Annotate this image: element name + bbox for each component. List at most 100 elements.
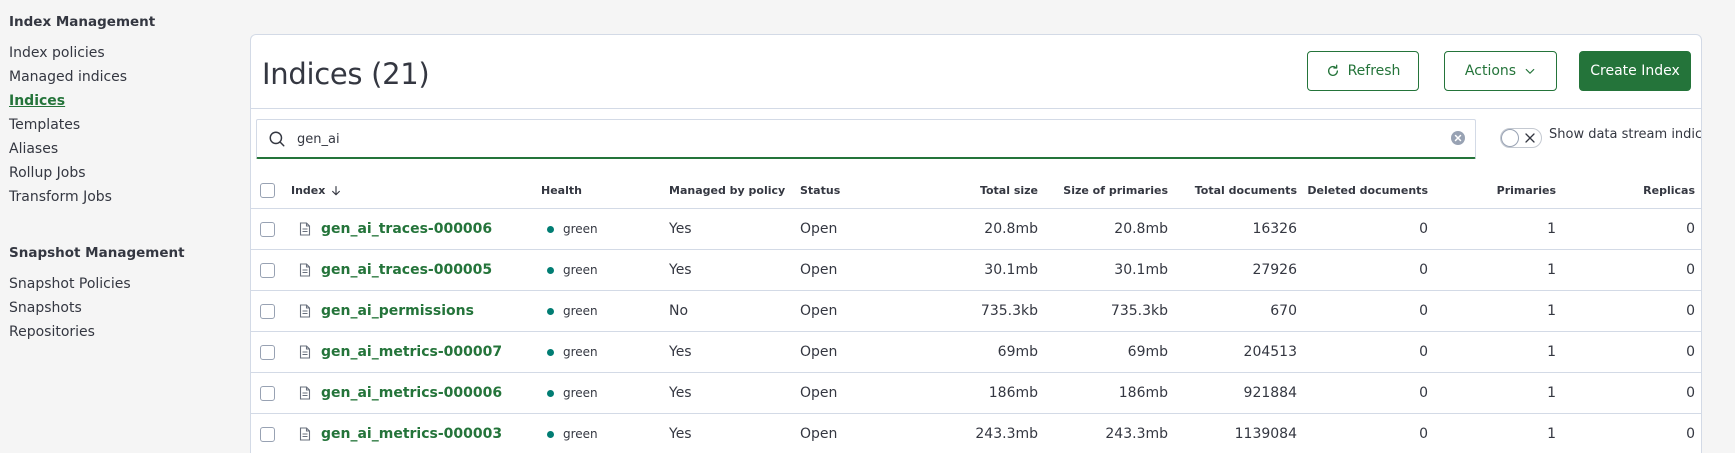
replicas-cell: 0 bbox=[1686, 385, 1695, 401]
row-checkbox[interactable] bbox=[260, 385, 275, 401]
document-icon bbox=[299, 263, 311, 277]
status-cell: Open bbox=[800, 221, 838, 237]
sidebar-item-aliases[interactable]: Aliases bbox=[9, 139, 127, 163]
document-icon bbox=[299, 345, 311, 359]
replicas-cell: 0 bbox=[1686, 221, 1695, 237]
column-header-primaries[interactable]: Primaries bbox=[1441, 173, 1556, 208]
primaries-cell: 1 bbox=[1547, 262, 1556, 278]
health-status-dot bbox=[547, 307, 554, 315]
health-text: green bbox=[563, 345, 598, 359]
index-name-link[interactable]: gen_ai_metrics-000006 bbox=[321, 385, 502, 401]
index-name-link[interactable]: gen_ai_traces-000005 bbox=[321, 262, 492, 278]
total-documents-cell: 921884 bbox=[1243, 385, 1297, 401]
select-all-cell bbox=[260, 173, 280, 208]
row-select-cell bbox=[260, 291, 280, 331]
index-name-link[interactable]: gen_ai_metrics-000007 bbox=[321, 344, 502, 360]
sidebar-item-rollup-jobs[interactable]: Rollup Jobs bbox=[9, 163, 127, 187]
sidebar-item-snapshots[interactable]: Snapshots bbox=[9, 298, 131, 322]
total-documents-cell: 27926 bbox=[1252, 262, 1297, 278]
health-status-dot bbox=[547, 266, 554, 274]
create-index-button[interactable]: Create Index bbox=[1579, 51, 1691, 91]
index-cell: gen_ai_traces-000006 bbox=[291, 209, 521, 249]
status-cell: Open bbox=[800, 426, 838, 442]
search-input[interactable] bbox=[297, 128, 1417, 150]
sidebar-item-snapshot-policies[interactable]: Snapshot Policies bbox=[9, 274, 131, 298]
column-header-total-size[interactable]: Total size bbox=[901, 173, 1038, 208]
row-select-cell bbox=[260, 250, 280, 290]
sidebar-item-templates[interactable]: Templates bbox=[9, 115, 127, 139]
managed-by-policy-cell: Yes bbox=[669, 426, 692, 442]
deleted-documents-cell: 0 bbox=[1419, 303, 1428, 319]
search-box[interactable] bbox=[256, 119, 1476, 159]
size-of-primaries-cell: 69mb bbox=[1127, 344, 1168, 360]
actions-button-label: Actions bbox=[1464, 63, 1517, 79]
deleted-documents-cell: 0 bbox=[1419, 344, 1428, 360]
indices-panel: Indices (21) Refresh Actions Create Inde… bbox=[250, 34, 1702, 453]
column-header-managed-by-policy[interactable]: Managed by policy bbox=[669, 173, 789, 208]
total-size-cell: 69mb bbox=[997, 344, 1038, 360]
column-header-status[interactable]: Status bbox=[800, 173, 880, 208]
managed-by-policy-cell: Yes bbox=[669, 221, 692, 237]
sidebar-item-index-policies[interactable]: Index policies bbox=[9, 43, 127, 67]
column-header-index[interactable]: Index bbox=[291, 173, 521, 208]
sidebar-item-transform-jobs[interactable]: Transform Jobs bbox=[9, 187, 127, 211]
row-checkbox[interactable] bbox=[260, 221, 275, 237]
row-checkbox[interactable] bbox=[260, 303, 275, 319]
row-checkbox[interactable] bbox=[260, 426, 275, 442]
managed-by-policy-cell: No bbox=[669, 303, 689, 319]
refresh-button-label: Refresh bbox=[1347, 63, 1401, 79]
replicas-cell: 0 bbox=[1686, 344, 1695, 360]
sidebar-item-repositories[interactable]: Repositories bbox=[9, 322, 131, 346]
index-cell: gen_ai_permissions bbox=[291, 291, 521, 331]
size-of-primaries-cell: 735.3kb bbox=[1110, 303, 1168, 319]
status-cell: Open bbox=[800, 385, 838, 401]
show-data-stream-toggle[interactable] bbox=[1500, 128, 1542, 148]
replicas-cell: 0 bbox=[1686, 426, 1695, 442]
index-name-link[interactable]: gen_ai_permissions bbox=[321, 303, 474, 319]
document-icon bbox=[299, 386, 311, 400]
refresh-button[interactable]: Refresh bbox=[1307, 51, 1419, 91]
show-data-stream-label: Show data stream indices bbox=[1549, 127, 1702, 142]
health-cell: green bbox=[541, 209, 641, 249]
index-cell: gen_ai_traces-000005 bbox=[291, 250, 521, 290]
actions-button[interactable]: Actions bbox=[1444, 51, 1557, 91]
select-all-checkbox[interactable] bbox=[260, 183, 275, 198]
column-header-total-documents[interactable]: Total documents bbox=[1179, 173, 1297, 208]
deleted-documents-cell: 0 bbox=[1419, 426, 1428, 442]
row-checkbox[interactable] bbox=[260, 344, 275, 360]
sidebar-section-title-snapshot-management: Snapshot Management bbox=[9, 245, 185, 261]
health-cell: green bbox=[541, 414, 641, 453]
health-text: green bbox=[563, 386, 598, 400]
column-header-size-of-primaries[interactable]: Size of primaries bbox=[1051, 173, 1168, 208]
table-row: gen_ai_traces-000006 green Yes Open 20.8… bbox=[251, 209, 1701, 250]
column-header-health[interactable]: Health bbox=[541, 173, 641, 208]
replicas-cell: 0 bbox=[1686, 303, 1695, 319]
health-status-dot bbox=[547, 389, 554, 397]
index-cell: gen_ai_metrics-000007 bbox=[291, 332, 521, 372]
primaries-cell: 1 bbox=[1547, 221, 1556, 237]
row-select-cell bbox=[260, 414, 280, 453]
health-text: green bbox=[563, 304, 598, 318]
row-checkbox[interactable] bbox=[260, 262, 275, 278]
chevron-down-icon bbox=[1525, 68, 1535, 74]
index-name-link[interactable]: gen_ai_metrics-000003 bbox=[321, 426, 502, 442]
column-header-deleted-documents[interactable]: Deleted documents bbox=[1303, 173, 1428, 208]
primaries-cell: 1 bbox=[1547, 344, 1556, 360]
clear-icon[interactable] bbox=[1450, 130, 1466, 146]
table-row: gen_ai_traces-000005 green Yes Open 30.1… bbox=[251, 250, 1701, 291]
health-status-dot bbox=[547, 348, 554, 356]
search-icon bbox=[269, 131, 285, 147]
index-cell: gen_ai_metrics-000006 bbox=[291, 373, 521, 413]
sidebar-item-managed-indices[interactable]: Managed indices bbox=[9, 67, 127, 91]
index-name-link[interactable]: gen_ai_traces-000006 bbox=[321, 221, 492, 237]
health-status-dot bbox=[547, 430, 554, 438]
deleted-documents-cell: 0 bbox=[1419, 221, 1428, 237]
column-header-replicas[interactable]: Replicas bbox=[1571, 173, 1695, 208]
sidebar-item-indices[interactable]: Indices bbox=[9, 91, 127, 115]
document-icon bbox=[299, 222, 311, 236]
total-size-cell: 186mb bbox=[988, 385, 1038, 401]
managed-by-policy-cell: Yes bbox=[669, 262, 692, 278]
size-of-primaries-cell: 243.3mb bbox=[1105, 426, 1168, 442]
column-header-index-label: Index bbox=[291, 184, 326, 197]
create-index-button-label: Create Index bbox=[1590, 63, 1680, 79]
